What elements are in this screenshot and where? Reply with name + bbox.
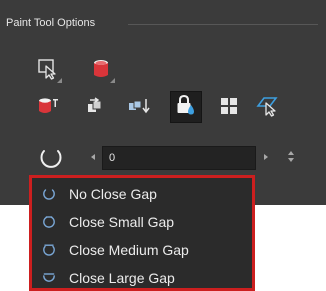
close-small-gap-icon — [37, 215, 61, 229]
apply-to-line-and-colour-icon — [127, 95, 153, 122]
spin-arrows-icon[interactable] — [287, 151, 295, 165]
paint-tool-button[interactable] — [86, 56, 116, 86]
close-gap-button[interactable] — [36, 144, 66, 174]
paint-mode-button[interactable] — [33, 93, 63, 123]
respect-protected-colour-button[interactable] — [170, 91, 202, 123]
select-tool-button[interactable] — [33, 56, 63, 86]
spin-up-icon[interactable] — [288, 151, 294, 155]
dropdown-item-label: No Close Gap — [69, 186, 157, 202]
dropdown-item-label: Close Medium Gap — [69, 242, 189, 258]
respect-protected-colour-icon — [175, 94, 197, 121]
paint-mode-grid-button[interactable] — [214, 93, 244, 123]
close-gap-value-field[interactable]: 0 — [102, 146, 256, 170]
tool-preset-button[interactable] — [252, 93, 282, 123]
close-large-gap-icon — [37, 271, 61, 285]
title-divider — [128, 24, 318, 25]
flyout-indicator — [57, 78, 62, 83]
paint-mode-icon — [36, 95, 60, 122]
apply-to-multiple-drawings-icon — [84, 95, 106, 122]
increase-arrow-icon[interactable] — [264, 154, 268, 160]
apply-to-multiple-drawings-button[interactable] — [80, 93, 110, 123]
dropdown-item-close-small-gap[interactable]: Close Small Gap — [32, 209, 252, 235]
spin-down-icon[interactable] — [288, 158, 294, 162]
panel-title: Paint Tool Options — [6, 16, 102, 30]
tool-preset-icon — [255, 95, 279, 122]
close-medium-gap-icon — [37, 243, 61, 257]
no-close-gap-icon — [37, 187, 61, 201]
apply-to-line-and-colour-button[interactable] — [125, 93, 155, 123]
decrease-arrow-icon[interactable] — [91, 154, 95, 160]
paint-bucket-icon — [90, 58, 112, 85]
dropdown-item-close-medium-gap[interactable]: Close Medium Gap — [32, 237, 252, 263]
select-tool-icon — [37, 58, 59, 85]
dropdown-item-label: Close Large Gap — [69, 270, 175, 286]
no-close-gap-icon — [38, 144, 64, 175]
paint-mode-grid-icon — [219, 96, 239, 121]
flyout-indicator — [110, 78, 115, 83]
dropdown-item-close-large-gap[interactable]: Close Large Gap — [32, 265, 252, 291]
dropdown-item-label: Close Small Gap — [69, 214, 175, 230]
dropdown-item-no-close-gap[interactable]: No Close Gap — [32, 181, 252, 207]
close-gap-dropdown: No Close Gap Close Small Gap Close Mediu… — [29, 175, 255, 291]
